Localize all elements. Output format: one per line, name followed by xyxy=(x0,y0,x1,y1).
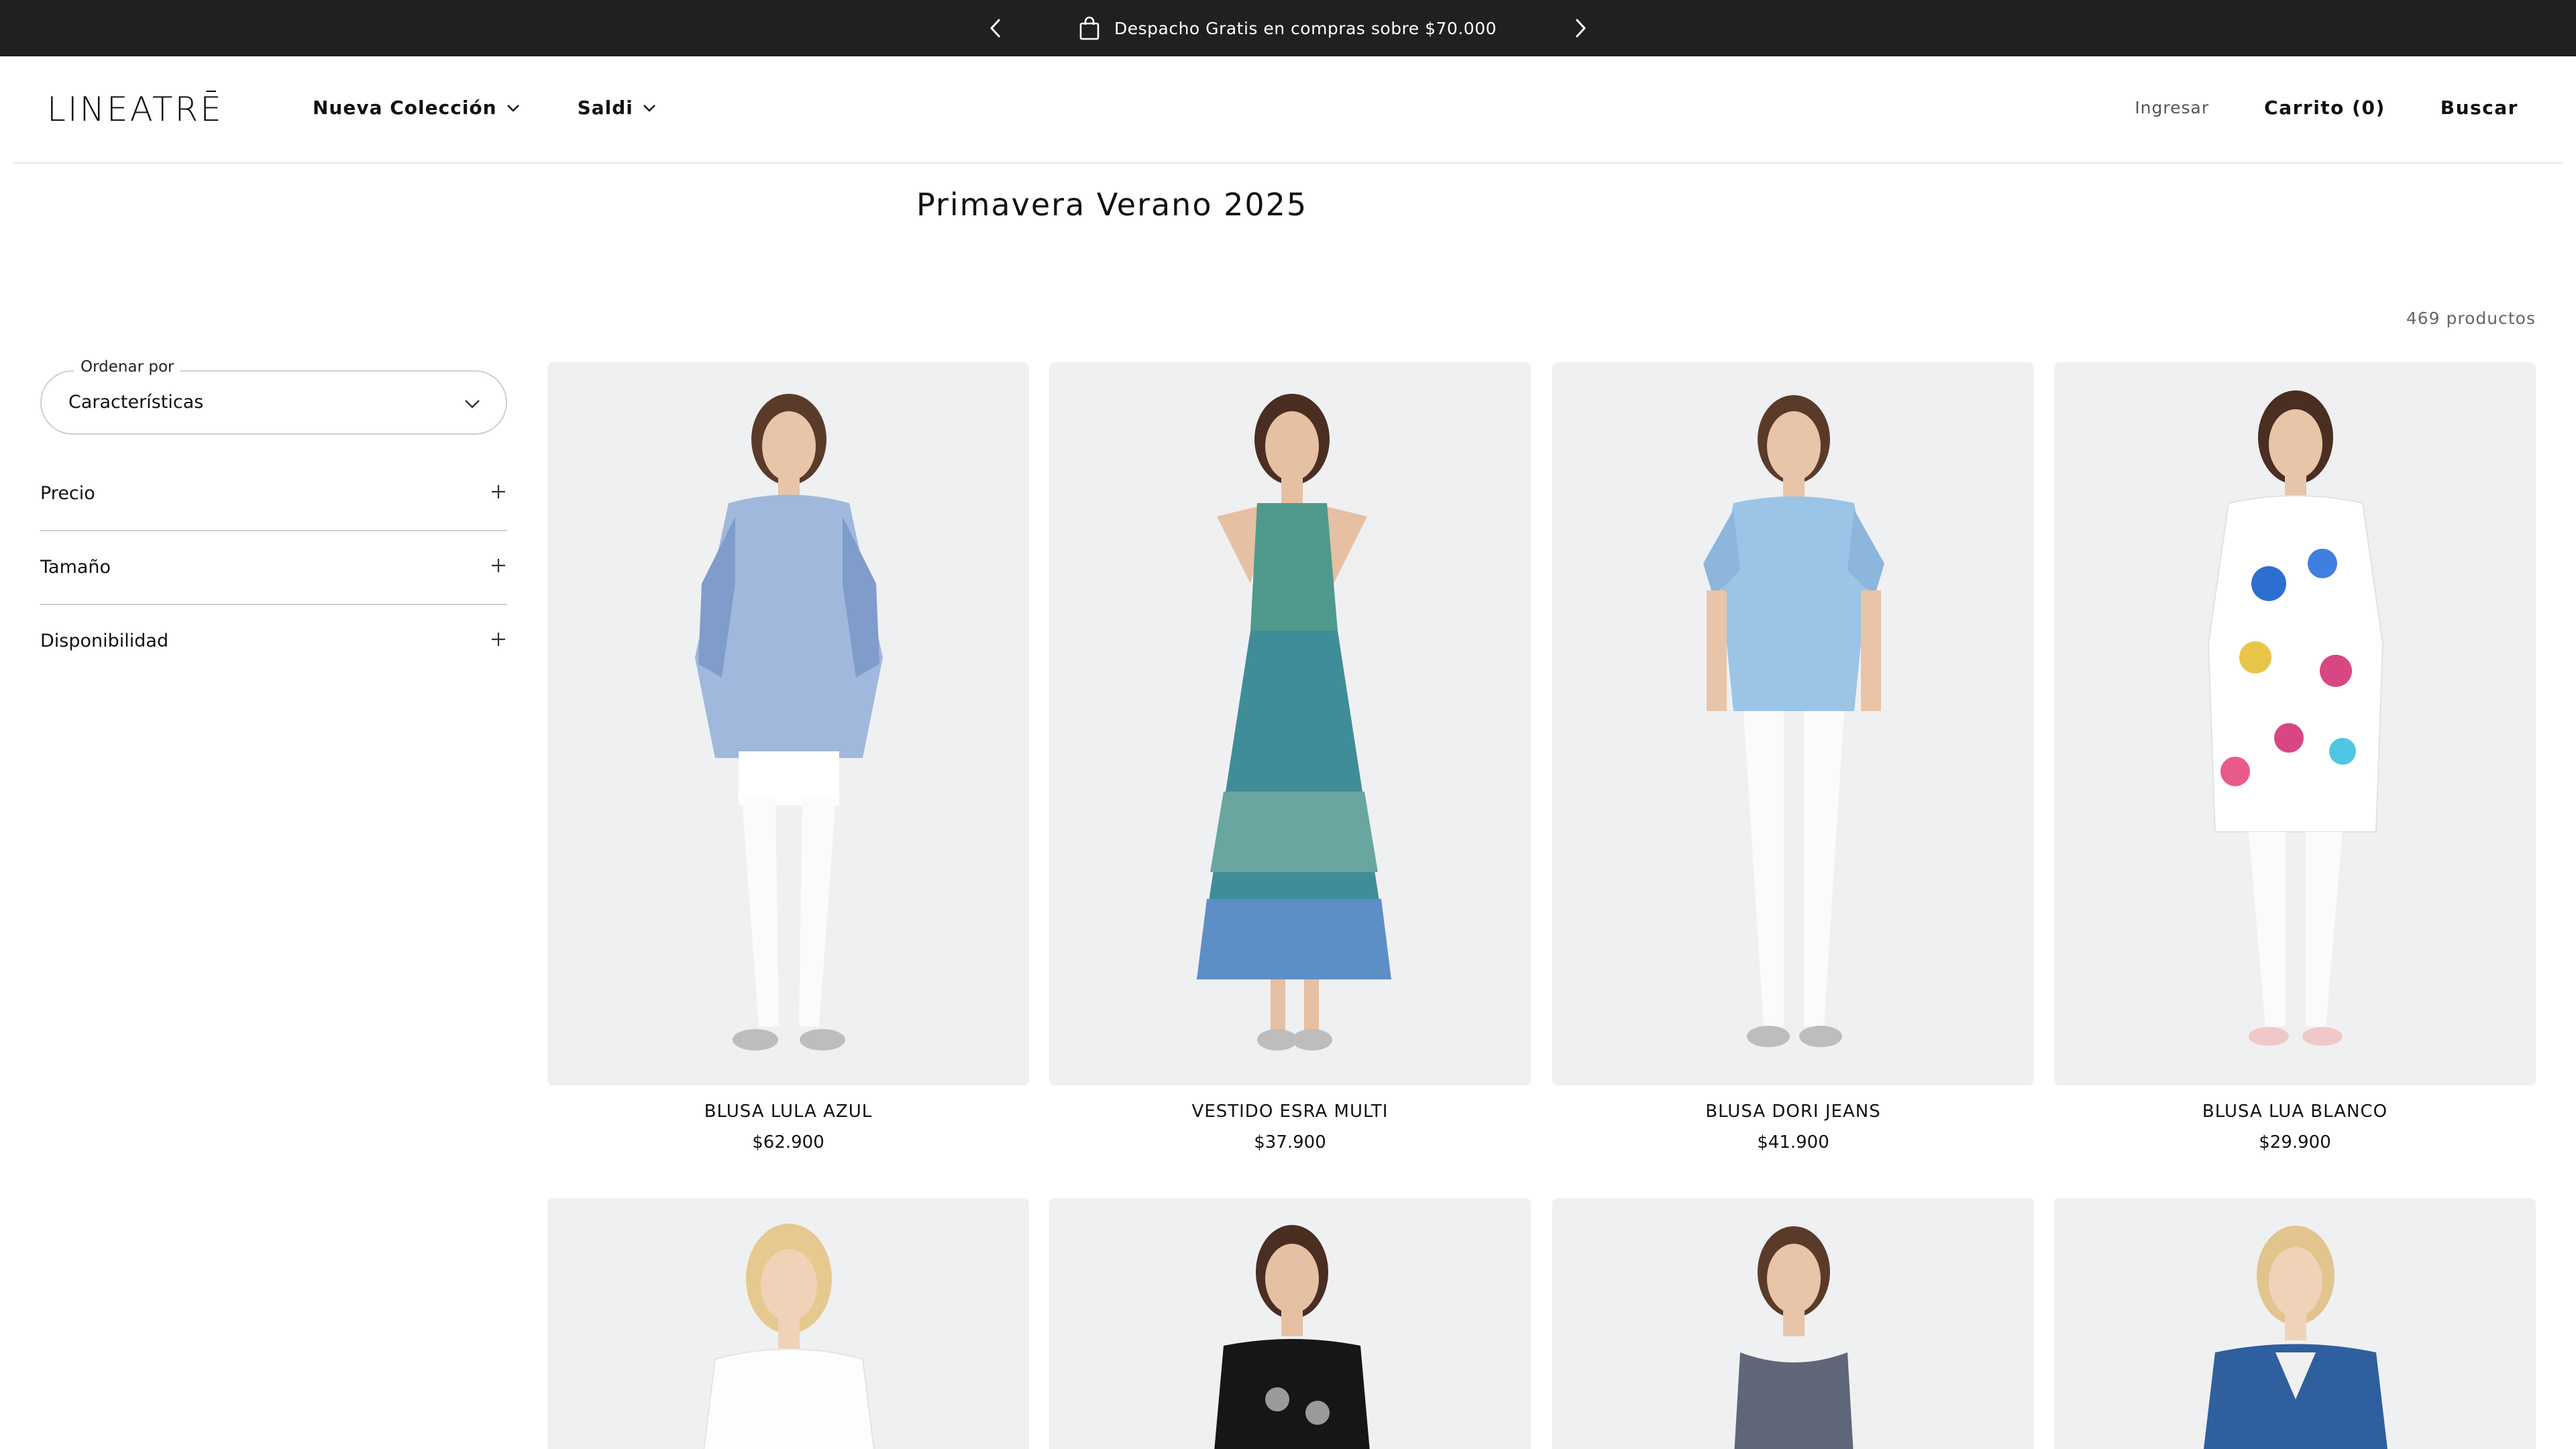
page-title: Primavera Verano 2025 xyxy=(916,186,1308,223)
chevron-down-icon xyxy=(506,104,519,112)
cart-link[interactable]: Carrito (0) xyxy=(2264,97,2385,119)
product-card[interactable] xyxy=(1049,1198,1531,1449)
product-card[interactable]: VESTIDO ESRA MULTI $37.900 xyxy=(1049,362,1531,1152)
chevron-down-icon xyxy=(643,104,655,112)
product-image[interactable] xyxy=(2054,1198,2536,1449)
product-card[interactable] xyxy=(1552,1198,2034,1449)
logo[interactable]: LINEATRĒ xyxy=(47,90,223,129)
sort-value: Características xyxy=(68,392,204,413)
logo-text: LINEATRĒ xyxy=(47,90,223,129)
announcement-message: Despacho Gratis en compras sobre $70.000 xyxy=(1079,16,1497,40)
site-header: LINEATRĒ Nueva Colección Saldi Ingresar … xyxy=(13,56,2563,164)
product-image[interactable] xyxy=(547,1198,1029,1449)
product-name[interactable]: BLUSA LUA BLANCO xyxy=(2054,1102,2536,1122)
product-image[interactable] xyxy=(1049,1198,1531,1449)
chevron-left-icon xyxy=(989,18,1001,38)
product-price: $62.900 xyxy=(752,1132,824,1152)
product-image[interactable] xyxy=(1552,362,2034,1085)
sort-select[interactable]: Ordenar por Características xyxy=(40,358,507,435)
chevron-right-icon xyxy=(1575,18,1587,38)
prev-announcement-button[interactable] xyxy=(982,15,1009,42)
plus-icon xyxy=(492,559,505,572)
product-image[interactable] xyxy=(1552,1198,2034,1449)
product-name[interactable]: VESTIDO ESRA MULTI xyxy=(1049,1102,1531,1122)
chevron-down-icon xyxy=(465,400,480,409)
product-image[interactable] xyxy=(547,362,1029,1085)
product-image[interactable] xyxy=(1049,362,1531,1085)
filter-tamano[interactable]: Tamaño xyxy=(40,531,507,605)
product-price: $41.900 xyxy=(1757,1132,1829,1152)
product-name[interactable]: BLUSA DORI JEANS xyxy=(1552,1102,2034,1122)
product-price: $29.900 xyxy=(2259,1132,2331,1152)
plus-icon xyxy=(492,633,505,646)
filter-disponibilidad[interactable]: Disponibilidad xyxy=(40,605,507,679)
main-nav: Nueva Colección Saldi xyxy=(313,97,656,119)
product-price: $37.900 xyxy=(1254,1132,1326,1152)
product-card[interactable]: BLUSA DORI JEANS $41.900 xyxy=(1552,362,2034,1152)
shopping-bag-icon xyxy=(1079,16,1099,40)
product-card[interactable] xyxy=(547,1198,1029,1449)
product-image[interactable] xyxy=(2054,362,2536,1085)
product-card[interactable]: BLUSA LUA BLANCO $29.900 xyxy=(2054,362,2536,1152)
product-name[interactable]: BLUSA LULA AZUL xyxy=(547,1102,1029,1122)
header-actions: Ingresar Carrito (0) Buscar xyxy=(2135,97,2518,119)
filter-label: Precio xyxy=(40,483,95,504)
filter-precio[interactable]: Precio xyxy=(40,458,507,531)
sort-label: Ordenar por xyxy=(74,358,181,376)
plus-icon xyxy=(492,485,505,498)
login-link[interactable]: Ingresar xyxy=(2135,98,2209,117)
nav-item-label: Saldi xyxy=(577,97,633,119)
product-card[interactable] xyxy=(2054,1198,2536,1449)
announcement-bar: Despacho Gratis en compras sobre $70.000 xyxy=(0,0,2576,56)
search-link[interactable]: Buscar xyxy=(2440,97,2518,119)
announcement-text: Despacho Gratis en compras sobre $70.000 xyxy=(1114,18,1497,38)
next-announcement-button[interactable] xyxy=(1567,15,1594,42)
product-count: 469 productos xyxy=(2406,309,2536,328)
nav-item-nueva-coleccion[interactable]: Nueva Colección xyxy=(313,97,520,119)
filter-label: Tamaño xyxy=(40,557,111,578)
filter-label: Disponibilidad xyxy=(40,631,169,651)
nav-item-label: Nueva Colección xyxy=(313,97,497,119)
product-card[interactable]: BLUSA LULA AZUL $62.900 xyxy=(547,362,1029,1152)
nav-item-saldi[interactable]: Saldi xyxy=(578,97,656,119)
